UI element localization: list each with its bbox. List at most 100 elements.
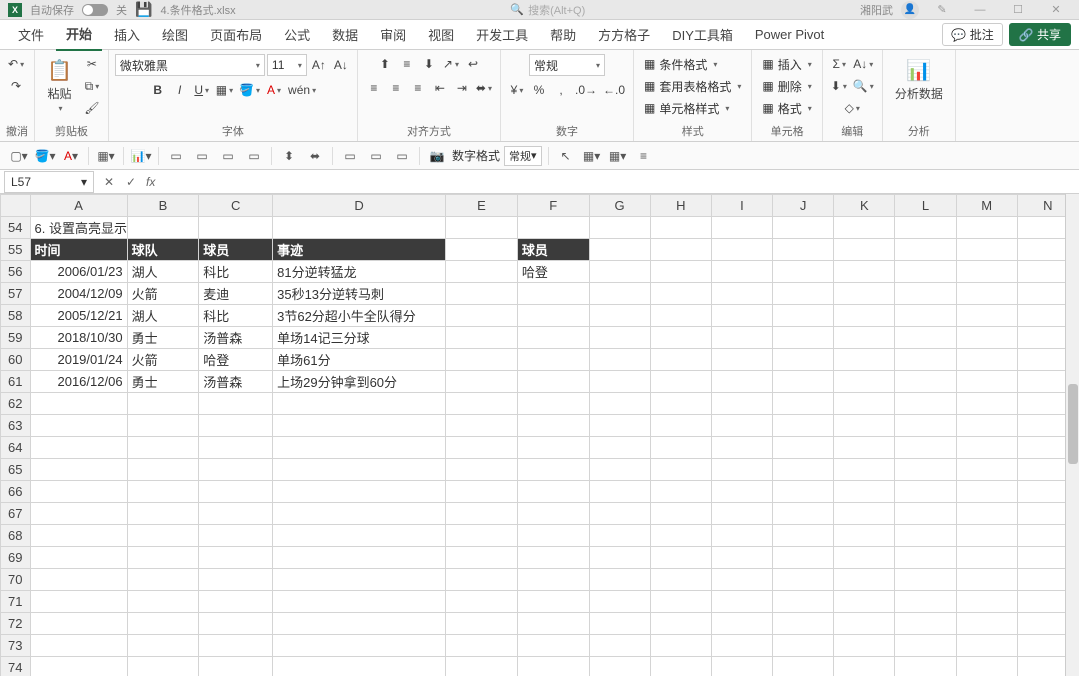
cell[interactable] (956, 349, 1017, 371)
cell[interactable] (589, 437, 650, 459)
cell[interactable] (517, 305, 589, 327)
cell[interactable] (589, 547, 650, 569)
col-header-M[interactable]: M (956, 195, 1017, 217)
cell[interactable] (650, 415, 711, 437)
cell[interactable] (273, 635, 446, 657)
cell[interactable] (273, 437, 446, 459)
cell[interactable] (895, 525, 956, 547)
decrease-indent-button[interactable]: ⇤ (430, 78, 450, 98)
row-67[interactable]: 67 (1, 503, 1079, 525)
cell[interactable] (273, 415, 446, 437)
cell[interactable] (199, 437, 273, 459)
cell[interactable] (589, 459, 650, 481)
cell[interactable] (650, 393, 711, 415)
row-header-66[interactable]: 66 (1, 481, 31, 503)
col-header-D[interactable]: D (273, 195, 446, 217)
cell[interactable]: 科比 (199, 261, 273, 283)
cell[interactable] (773, 459, 834, 481)
cell[interactable] (273, 459, 446, 481)
cell[interactable] (199, 613, 273, 635)
cell[interactable] (199, 569, 273, 591)
cell[interactable] (773, 349, 834, 371)
row-74[interactable]: 74 (1, 657, 1079, 677)
cell[interactable] (650, 525, 711, 547)
cell[interactable] (446, 349, 518, 371)
cell[interactable]: 2019/01/24 (30, 349, 127, 371)
tab-layout[interactable]: 页面布局 (200, 19, 272, 50)
cell[interactable] (834, 239, 895, 261)
row-65[interactable]: 65 (1, 459, 1079, 481)
cell[interactable] (30, 415, 127, 437)
cell[interactable] (273, 591, 446, 613)
cell[interactable]: 火箭 (127, 283, 199, 305)
cell[interactable] (446, 613, 518, 635)
cell[interactable] (956, 613, 1017, 635)
cell[interactable] (273, 547, 446, 569)
phonetic-button[interactable]: wén▾ (286, 80, 318, 100)
cell[interactable] (956, 569, 1017, 591)
col-header-A[interactable]: A (30, 195, 127, 217)
cell[interactable] (834, 547, 895, 569)
row-header-58[interactable]: 58 (1, 305, 31, 327)
col-header-H[interactable]: H (650, 195, 711, 217)
border-button[interactable]: ▦▾ (214, 80, 235, 100)
cell[interactable] (895, 459, 956, 481)
cell[interactable]: 科比 (199, 305, 273, 327)
cell[interactable] (711, 569, 772, 591)
row-69[interactable]: 69 (1, 547, 1079, 569)
cell[interactable] (834, 261, 895, 283)
cell[interactable] (773, 371, 834, 393)
cell[interactable] (446, 525, 518, 547)
cell[interactable] (30, 613, 127, 635)
cell[interactable] (711, 635, 772, 657)
cell[interactable] (517, 217, 589, 239)
cell[interactable] (711, 613, 772, 635)
row-54[interactable]: 546. 设置高亮显示 (1, 217, 1079, 239)
cell[interactable] (446, 547, 518, 569)
cell[interactable] (834, 349, 895, 371)
cell[interactable] (517, 635, 589, 657)
qb-numfmt-combo[interactable]: 常规 ▾ (504, 146, 542, 166)
cell[interactable] (956, 217, 1017, 239)
ribbon-mode-icon[interactable]: ✎ (927, 3, 957, 16)
row-header-57[interactable]: 57 (1, 283, 31, 305)
cell[interactable] (199, 525, 273, 547)
cell[interactable]: 汤普森 (199, 371, 273, 393)
cell[interactable] (517, 415, 589, 437)
cell[interactable] (273, 393, 446, 415)
cell[interactable] (711, 283, 772, 305)
cell[interactable] (650, 305, 711, 327)
cell[interactable]: 2016/12/06 (30, 371, 127, 393)
col-header-G[interactable]: G (589, 195, 650, 217)
delete-cells-button[interactable]: ▦ 删除▾ (758, 76, 815, 96)
cell[interactable] (517, 283, 589, 305)
cell[interactable] (773, 569, 834, 591)
cell[interactable] (773, 525, 834, 547)
increase-font-button[interactable]: A↑ (309, 55, 329, 75)
cell[interactable] (30, 393, 127, 415)
col-header-K[interactable]: K (834, 195, 895, 217)
cell[interactable] (650, 657, 711, 677)
cell[interactable] (956, 635, 1017, 657)
tab-developer[interactable]: 开发工具 (466, 19, 538, 50)
cell[interactable] (895, 437, 956, 459)
cell[interactable] (30, 525, 127, 547)
row-71[interactable]: 71 (1, 591, 1079, 613)
tab-formulas[interactable]: 公式 (274, 19, 320, 50)
cell[interactable] (834, 591, 895, 613)
fill-color-button[interactable]: 🪣▾ (237, 80, 262, 100)
increase-decimal-button[interactable]: .0→ (573, 80, 599, 100)
qb-grid-icon[interactable]: ▦▾ (607, 146, 629, 166)
format-cells-button[interactable]: ▦ 格式▾ (758, 98, 815, 118)
decrease-decimal-button[interactable]: ←.0 (601, 80, 627, 100)
cell[interactable] (30, 481, 127, 503)
cell[interactable] (773, 613, 834, 635)
cell[interactable] (30, 591, 127, 613)
save-icon[interactable]: 💾 (135, 1, 152, 18)
cell[interactable]: 哈登 (517, 261, 589, 283)
row-header-74[interactable]: 74 (1, 657, 31, 677)
cell[interactable] (834, 217, 895, 239)
cell[interactable] (589, 635, 650, 657)
cell[interactable] (956, 283, 1017, 305)
cell[interactable] (650, 503, 711, 525)
